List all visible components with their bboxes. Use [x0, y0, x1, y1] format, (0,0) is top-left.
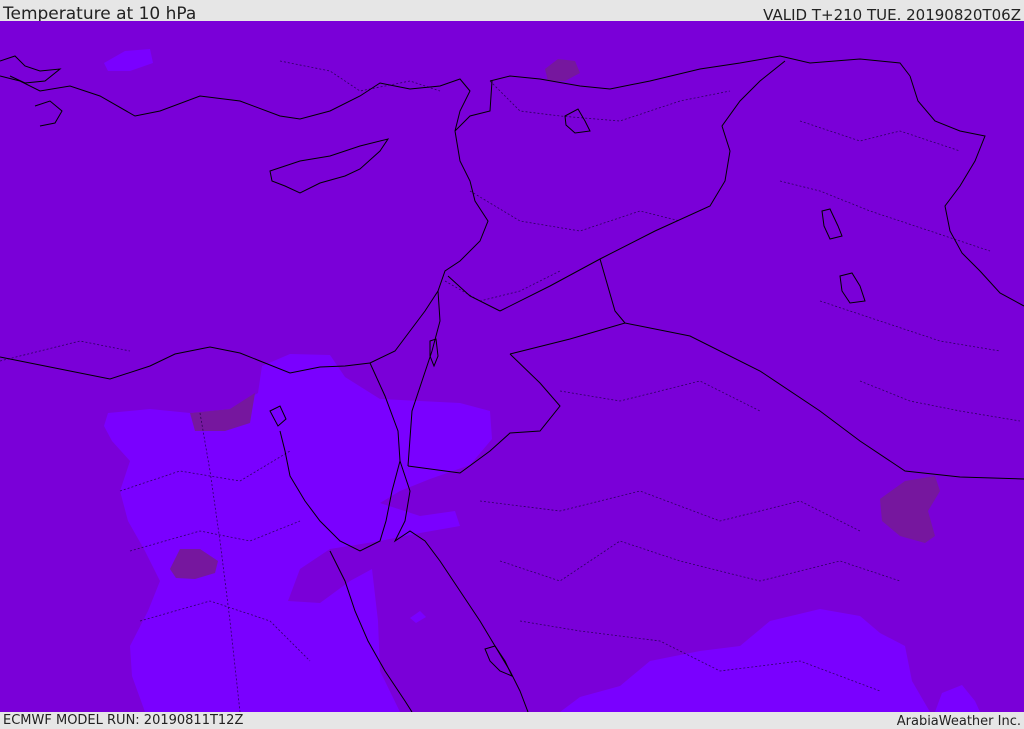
footer-bar: ECMWF MODEL RUN: 20190811T12Z ArabiaWeat… [0, 712, 1024, 729]
model-run-label: ECMWF MODEL RUN: 20190811T12Z [3, 713, 244, 728]
map-canvas [0, 21, 1024, 712]
header-bar: Temperature at 10 hPa VALID T+210 TUE. 2… [0, 0, 1024, 24]
weather-map[interactable] [0, 21, 1024, 712]
credit-label: ArabiaWeather Inc. [896, 714, 1021, 729]
map-frame: Temperature at 10 hPa VALID T+210 TUE. 2… [0, 0, 1024, 729]
